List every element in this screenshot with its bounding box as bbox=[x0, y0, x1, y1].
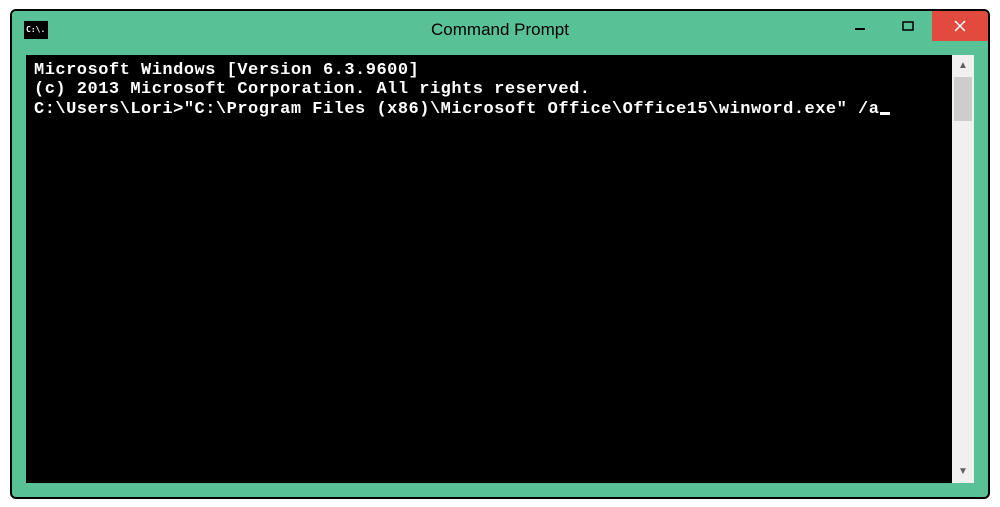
chevron-up-icon: ▲ bbox=[958, 60, 968, 71]
console-line-version: Microsoft Windows [Version 6.3.9600] bbox=[34, 61, 944, 81]
console-prompt-text: C:\Users\Lori>"C:\Program Files (x86)\Mi… bbox=[34, 100, 879, 119]
minimize-icon bbox=[854, 20, 866, 32]
maximize-button[interactable] bbox=[884, 11, 932, 41]
minimize-button[interactable] bbox=[836, 11, 884, 41]
close-button[interactable] bbox=[932, 11, 988, 41]
scroll-track[interactable] bbox=[952, 77, 974, 461]
chevron-down-icon: ▼ bbox=[958, 466, 968, 477]
console-prompt-line: C:\Users\Lori>"C:\Program Files (x86)\Mi… bbox=[34, 100, 944, 120]
vertical-scrollbar[interactable]: ▲ ▼ bbox=[952, 55, 974, 483]
scroll-up-button[interactable]: ▲ bbox=[952, 55, 974, 77]
maximize-icon bbox=[902, 20, 914, 32]
scroll-thumb[interactable] bbox=[954, 77, 972, 121]
console-line-copyright: (c) 2013 Microsoft Corporation. All righ… bbox=[34, 80, 944, 100]
command-prompt-window: C:\. Command Prompt Mic bbox=[10, 9, 990, 499]
cmd-icon: C:\. bbox=[24, 21, 48, 39]
titlebar[interactable]: C:\. Command Prompt bbox=[12, 11, 988, 49]
window-controls bbox=[836, 11, 988, 41]
console-output[interactable]: Microsoft Windows [Version 6.3.9600] (c)… bbox=[26, 55, 952, 483]
console-area: Microsoft Windows [Version 6.3.9600] (c)… bbox=[26, 55, 974, 483]
close-icon bbox=[954, 20, 966, 32]
scroll-down-button[interactable]: ▼ bbox=[952, 461, 974, 483]
window-title: Command Prompt bbox=[431, 20, 569, 40]
cmd-icon-text: C:\. bbox=[26, 26, 45, 34]
cursor-icon bbox=[880, 112, 890, 115]
